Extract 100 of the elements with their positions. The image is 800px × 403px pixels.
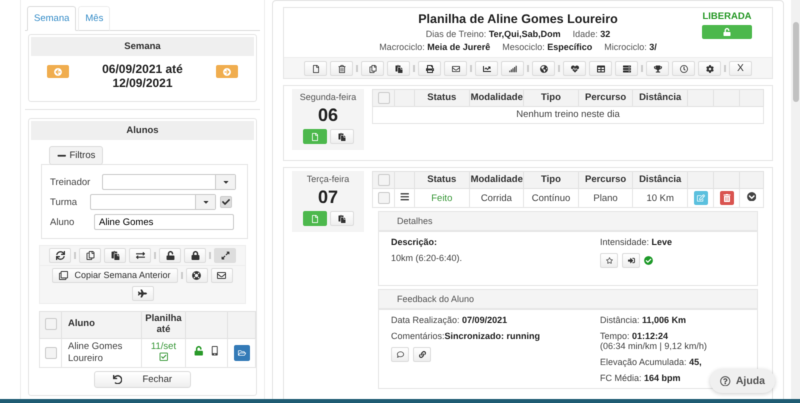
folder-icon <box>238 348 246 357</box>
copy-icon <box>59 270 68 280</box>
line-chart-icon <box>482 64 490 72</box>
close-button[interactable]: X <box>729 61 752 76</box>
menu-icon <box>400 192 410 202</box>
globe-icon <box>540 64 548 72</box>
trophy-icon <box>654 64 662 72</box>
lock-button[interactable] <box>184 248 206 263</box>
status-label: LIBERADA <box>702 11 752 22</box>
paste-button[interactable] <box>387 61 410 76</box>
link-button[interactable] <box>413 347 431 362</box>
table-cell: Corrida <box>480 192 512 204</box>
select-all-checkbox[interactable] <box>378 174 390 186</box>
star-icon <box>606 257 612 264</box>
input-field[interactable]: Aline Gomes <box>94 214 234 230</box>
star-button[interactable] <box>600 253 618 268</box>
field-label: Turma <box>50 196 78 208</box>
feedback-text: Data Realização: 07/09/2021 <box>391 315 508 326</box>
table-cell: Plano <box>593 192 618 204</box>
heartbeat-button[interactable] <box>563 61 586 76</box>
column-header: Status <box>427 174 456 185</box>
caret-icon <box>202 198 210 206</box>
envelope-button[interactable] <box>210 268 233 283</box>
plane-button[interactable] <box>132 286 154 301</box>
edit-icon <box>696 194 704 202</box>
copy-icon <box>86 250 94 260</box>
empty-message: Nenhum treino neste dia <box>516 109 620 120</box>
refresh-button[interactable] <box>49 248 71 263</box>
section-header: Detalhes <box>378 211 758 232</box>
caret-icon <box>222 178 230 186</box>
list-icon <box>622 64 630 72</box>
envelope-icon <box>217 270 226 280</box>
column-header: Status <box>427 92 456 103</box>
unlock-button[interactable] <box>159 248 181 263</box>
help-button[interactable]: Ajuda <box>710 369 775 393</box>
list-button[interactable] <box>615 61 638 76</box>
select-all-checkbox[interactable] <box>378 92 390 104</box>
check-icon <box>644 256 653 266</box>
expand-icon <box>220 250 230 260</box>
tab[interactable]: Semana <box>27 6 76 31</box>
signal-button[interactable] <box>501 61 524 76</box>
copy-button[interactable] <box>79 248 101 263</box>
file-icon <box>310 132 318 140</box>
filters-toggle[interactable]: Filtros <box>49 146 104 165</box>
settings-button[interactable] <box>698 61 721 76</box>
copy-icon <box>368 64 376 72</box>
close-button[interactable]: Fechar <box>94 370 192 388</box>
file-icon <box>310 214 318 222</box>
column-header: Tipo <box>541 92 561 103</box>
sign-in-button[interactable] <box>622 253 640 268</box>
paste-button[interactable] <box>330 129 354 144</box>
column-header: Modalidade <box>470 92 523 103</box>
row-checkbox[interactable] <box>44 346 56 359</box>
print-button[interactable] <box>418 61 441 76</box>
section-header: Feedback do Aluno <box>378 289 758 310</box>
envelope-button[interactable] <box>444 61 467 76</box>
checkbox[interactable] <box>220 196 232 208</box>
line-chart-button[interactable] <box>475 61 498 76</box>
heartbeat-icon <box>570 64 578 72</box>
sheet-date: 11/set <box>150 340 176 352</box>
panel-title: Alunos <box>31 120 254 140</box>
trophy-button[interactable] <box>646 61 669 76</box>
delete-button[interactable] <box>720 191 734 206</box>
link-icon <box>418 351 426 358</box>
copy-button[interactable] <box>361 61 384 76</box>
paste-button[interactable] <box>104 248 126 263</box>
lifebuoy-button[interactable] <box>186 268 208 283</box>
select-field[interactable] <box>90 194 216 210</box>
clock-button[interactable] <box>672 61 695 76</box>
unlock-icon <box>194 346 204 356</box>
week-range: 06/09/2021 até 12/09/2021 <box>101 62 184 91</box>
feedback-text: Tempo: 01:12:24 <box>600 331 670 342</box>
expand-button[interactable] <box>214 248 236 263</box>
table-button[interactable] <box>589 61 612 76</box>
select-field[interactable] <box>102 174 236 190</box>
trash-button[interactable] <box>330 61 353 76</box>
clock-icon <box>680 64 688 72</box>
feedback-text: Comentários:Sincronizado: running <box>391 331 540 342</box>
column-header: Aluno <box>68 318 95 330</box>
sheet-title: Planilha de Aline Gomes Loureiro <box>417 12 619 26</box>
paste-icon <box>338 214 346 222</box>
new-file-button[interactable] <box>304 61 327 76</box>
tab[interactable]: Mês <box>78 6 110 31</box>
copy-week-button[interactable]: Copiar Semana Anterior <box>52 268 178 283</box>
paste-icon <box>338 132 346 140</box>
lifebuoy-icon <box>192 270 202 280</box>
open-folder-button[interactable] <box>234 344 250 361</box>
globe-button[interactable] <box>532 61 555 76</box>
column-header: Distância <box>639 92 682 103</box>
info-text: Mesociclo: Específico <box>502 42 592 52</box>
panel-title: Semana <box>31 37 254 56</box>
paste-button[interactable] <box>330 211 354 226</box>
comment-button[interactable] <box>391 347 409 362</box>
select-all-checkbox[interactable] <box>44 318 56 330</box>
paste-icon <box>110 250 120 260</box>
column-header: Tipo <box>541 174 561 185</box>
row-checkbox[interactable] <box>378 192 390 204</box>
swap-button[interactable] <box>129 248 151 263</box>
feedback-text: Distância: 11,006 Km <box>600 315 686 326</box>
info-text: Macrociclo: Meia de Jurerê <box>379 42 490 52</box>
